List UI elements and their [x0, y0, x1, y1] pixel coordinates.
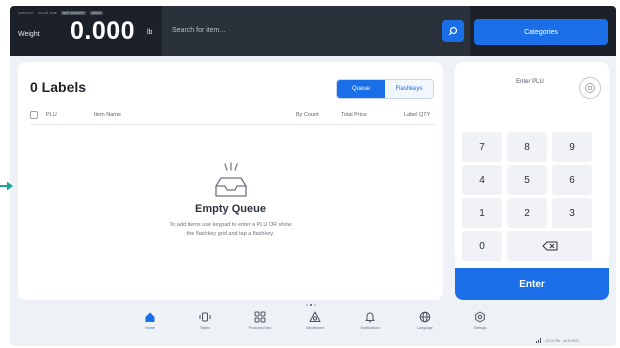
- labels-panel: 0 Labels Queue Flashkeys PLU Item Name B…: [18, 62, 443, 300]
- target-icon: [585, 83, 595, 93]
- page-dot: [314, 304, 316, 306]
- key-0[interactable]: 0: [462, 231, 502, 261]
- nav-settings[interactable]: Settings: [460, 311, 500, 330]
- settings-icon: [475, 311, 485, 323]
- nav-label-home: Home: [145, 326, 155, 330]
- page-indicator: [306, 304, 316, 306]
- key-7[interactable]: 7: [462, 132, 502, 162]
- numeric-keypad: 7 8 9 4 5 6 1 2 3 0: [462, 132, 602, 261]
- scale-target-button[interactable]: [579, 77, 601, 99]
- empty-queue-description: To add items use keypad to enter a PLU O…: [169, 222, 292, 237]
- nav-label-products-entry: Products Entry: [248, 326, 272, 330]
- search-placeholder: Search for item...: [172, 27, 226, 34]
- empty-tray-icon: [214, 162, 247, 197]
- empty-queue-title: Empty Queue: [195, 203, 266, 215]
- weight-label: Weight: [18, 31, 40, 38]
- status-net-weight: NET WEIGHT: [60, 11, 86, 15]
- tab-queue[interactable]: Queue: [337, 80, 385, 98]
- select-all-checkbox[interactable]: [30, 111, 38, 119]
- key-5[interactable]: 5: [507, 165, 547, 195]
- key-1[interactable]: 1: [462, 198, 502, 228]
- bottom-nav: Home Tables Products Entry Department No…: [130, 311, 510, 341]
- products-grid-icon: [254, 311, 266, 323]
- column-item-name[interactable]: Item Name: [94, 112, 121, 118]
- status-capacity: CAPACITY: [18, 11, 35, 15]
- system-time: 12:11 PM: [545, 338, 560, 343]
- top-bar: CAPACITY SCALE ONE NET WEIGHT ZERO Weigh…: [10, 6, 616, 56]
- key-3[interactable]: 3: [552, 198, 592, 228]
- table-header: PLU Item Name By Count Total Price Label…: [30, 108, 436, 122]
- bell-icon: [365, 312, 375, 323]
- key-8[interactable]: 8: [507, 132, 547, 162]
- column-label-qty[interactable]: Label QTY: [404, 112, 430, 118]
- status-scale: SCALE ONE: [38, 11, 57, 15]
- labels-count-title: 0 Labels: [30, 79, 87, 95]
- nav-tables[interactable]: Tables: [185, 311, 225, 330]
- page-dot: [306, 304, 308, 306]
- key-9[interactable]: 9: [552, 132, 592, 162]
- nav-label-notifications: Notifications: [360, 326, 380, 330]
- search-button[interactable]: [442, 20, 464, 42]
- nav-products-entry[interactable]: Products Entry: [240, 311, 280, 330]
- nav-home[interactable]: Home: [130, 311, 170, 330]
- nav-label-settings: Settings: [473, 326, 487, 330]
- status-zero: ZERO: [89, 11, 104, 15]
- nav-label-language: Language: [417, 326, 433, 330]
- empty-state: Empty Queue To add items use keypad to e…: [18, 162, 443, 239]
- column-plu[interactable]: PLU: [46, 112, 57, 118]
- signal-icon: [536, 338, 541, 343]
- scale-app-window: CAPACITY SCALE ONE NET WEIGHT ZERO Weigh…: [10, 6, 616, 346]
- pointer-arrow-icon: [0, 181, 13, 191]
- backspace-key[interactable]: [507, 231, 592, 261]
- enter-button[interactable]: Enter: [455, 268, 609, 300]
- backspace-icon: [542, 241, 557, 251]
- tab-flashkeys[interactable]: Flashkeys: [385, 80, 433, 98]
- queue-flashkeys-toggle: Queue Flashkeys: [336, 79, 434, 99]
- key-4[interactable]: 4: [462, 165, 502, 195]
- system-tray: 12:11 PM Jul 5 2022: [536, 338, 579, 343]
- column-by-count[interactable]: By Count: [296, 112, 319, 118]
- weight-readout: 0.000: [70, 17, 136, 45]
- home-icon: [145, 312, 155, 322]
- search-icon: [448, 26, 458, 36]
- nav-label-tables: Tables: [199, 326, 211, 330]
- weight-unit: lb: [147, 29, 153, 36]
- nav-department[interactable]: Department: [295, 311, 335, 330]
- nav-label-department: Department: [305, 326, 325, 330]
- keypad-panel: Enter PLU 7 8 9 4 5 6 1 2 3 0 Enter: [455, 62, 609, 300]
- system-date: Jul 5 2022: [562, 338, 579, 343]
- nav-notifications[interactable]: Notifications: [350, 311, 390, 330]
- search-input[interactable]: Search for item...: [162, 6, 470, 56]
- status-strip: CAPACITY SCALE ONE NET WEIGHT ZERO: [18, 11, 104, 15]
- key-6[interactable]: 6: [552, 165, 592, 195]
- categories-button[interactable]: Categories: [474, 19, 608, 45]
- globe-icon: [419, 311, 431, 323]
- department-icon: [309, 311, 321, 322]
- nav-language[interactable]: Language: [405, 311, 445, 330]
- table-divider: [30, 124, 436, 125]
- key-2[interactable]: 2: [507, 198, 547, 228]
- tables-icon: [199, 312, 211, 322]
- column-total-price[interactable]: Total Price: [341, 112, 367, 118]
- page-dot-active: [310, 304, 312, 306]
